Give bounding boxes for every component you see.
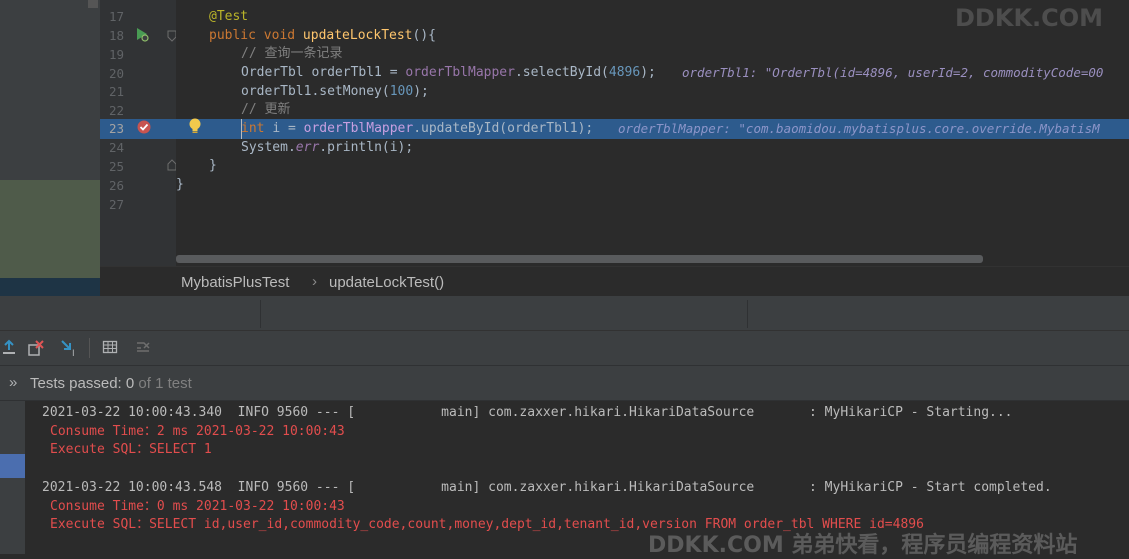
breadcrumb: MybatisPlusTest › updateLockTest() xyxy=(100,266,1129,297)
project-tree-selection xyxy=(0,180,100,278)
keyword: int xyxy=(241,121,273,136)
watermark-bottom: DDKK.COM 弟弟快看，程序员编程资料站 xyxy=(648,533,1078,558)
inline-debug-hint: orderTblMapper: "com.baomidou.mybatisplu… xyxy=(618,121,1100,136)
run-tabs-strip xyxy=(0,296,1129,331)
number-literal: 4896 xyxy=(608,65,641,80)
field-ref: orderTblMapper xyxy=(303,121,414,136)
test-status-bar: » Tests passed: 0 of 1 test xyxy=(0,366,1129,401)
console-gutter-selection xyxy=(0,454,25,478)
line-number: 21 xyxy=(108,84,124,99)
field-ref: orderTblMapper xyxy=(405,65,515,80)
code-text: .selectById( xyxy=(514,65,609,80)
code-text: .println(i); xyxy=(319,140,414,155)
comment: // 查询一条记录 xyxy=(241,46,343,61)
keyword: public void xyxy=(209,28,303,43)
code-text: .updateById(orderTbl1); xyxy=(413,121,594,136)
line-number: 18 xyxy=(108,28,124,43)
code-text: ); xyxy=(640,65,656,80)
lightbulb-icon[interactable] xyxy=(186,117,204,135)
code-text: } xyxy=(209,158,217,173)
console-gutter xyxy=(0,401,25,554)
console-line: 2021-03-22 10:00:43.548 INFO 9560 --- [ … xyxy=(42,480,1052,495)
code-text: orderTbl1.setMoney( xyxy=(241,84,390,99)
project-scrollbar[interactable] xyxy=(88,0,98,8)
breadcrumb-separator: › xyxy=(312,273,317,290)
console-line: Consume Time：0 ms 2021-03-22 10:00:43 xyxy=(50,499,345,514)
code-line-21: orderTbl1.setMoney(100); xyxy=(241,83,429,101)
run-test-icon[interactable] xyxy=(133,26,151,44)
code-text: OrderTbl orderTbl1 = xyxy=(241,65,406,80)
breadcrumb-class[interactable]: MybatisPlusTest xyxy=(181,274,289,291)
merge-icon[interactable] xyxy=(134,339,152,357)
stop-rerun-icon[interactable] xyxy=(27,339,45,357)
inline-debug-hint: orderTbl1: "OrderTbl(id=4896, userId=2, … xyxy=(682,65,1104,80)
status-text: Tests passed: xyxy=(30,375,126,392)
console-line: 2021-03-22 10:00:43.340 INFO 9560 --- [ … xyxy=(42,405,1013,420)
breadcrumb-method[interactable]: updateLockTest() xyxy=(329,274,444,291)
console-line: Consume Time：2 ms 2021-03-22 10:00:43 xyxy=(50,424,345,439)
line-number: 22 xyxy=(108,103,124,118)
code-line-24: System.err.println(i); xyxy=(241,139,413,157)
code-text: ); xyxy=(413,84,429,99)
editor-horizontal-scrollbar[interactable] xyxy=(176,255,983,263)
annotation-test: @Test xyxy=(209,9,249,24)
project-tree-bottom xyxy=(0,278,100,296)
line-number: 24 xyxy=(108,140,124,155)
code-line-17: @Test xyxy=(209,8,248,26)
code-text: i = xyxy=(272,121,304,136)
code-text: } xyxy=(176,177,184,192)
static-field: err xyxy=(295,140,320,155)
code-line-20: OrderTbl orderTbl1 = orderTblMapper.sele… xyxy=(241,64,656,82)
method-name: updateLockTest xyxy=(302,28,413,43)
line-number: 17 xyxy=(108,9,124,24)
import-down-icon[interactable]: I xyxy=(60,339,78,359)
toolbar-separator xyxy=(89,338,90,358)
table-icon[interactable] xyxy=(101,339,119,357)
expand-chevron-icon[interactable]: » xyxy=(9,374,17,391)
code-line-23: int i = orderTblMapper.updateById(orderT… xyxy=(241,120,593,138)
line-number-current: 23 xyxy=(108,121,124,136)
text-caret xyxy=(241,119,242,139)
watermark-top: DDKK.COM xyxy=(955,4,1104,32)
code-line-26: } xyxy=(176,176,184,194)
run-toolbar: I xyxy=(0,331,1129,366)
breakpoint-icon[interactable] xyxy=(135,119,153,137)
comment: // 更新 xyxy=(241,102,291,117)
passed-count: 0 xyxy=(125,375,135,392)
code-text: (){ xyxy=(412,28,436,43)
code-line-18: public void updateLockTest(){ xyxy=(209,27,436,45)
code-text: System. xyxy=(241,140,296,155)
line-number: 19 xyxy=(108,47,124,62)
code-line-25: } xyxy=(209,157,217,175)
line-number: 27 xyxy=(108,197,124,212)
console-line: Execute SQL：SELECT 1 xyxy=(50,442,212,457)
code-line-22: // 更新 xyxy=(241,101,290,119)
line-number: 26 xyxy=(108,178,124,193)
project-tool-window-strip xyxy=(0,0,100,296)
total-count: of 1 test xyxy=(134,375,192,392)
line-number: 25 xyxy=(108,159,124,174)
svg-text:I: I xyxy=(72,349,75,357)
export-up-icon[interactable] xyxy=(0,339,18,357)
number-literal: 100 xyxy=(389,84,414,99)
line-number: 20 xyxy=(108,66,124,81)
code-line-19: // 查询一条记录 xyxy=(241,45,342,63)
tests-passed-label: Tests passed: 0 of 1 test xyxy=(30,375,192,392)
